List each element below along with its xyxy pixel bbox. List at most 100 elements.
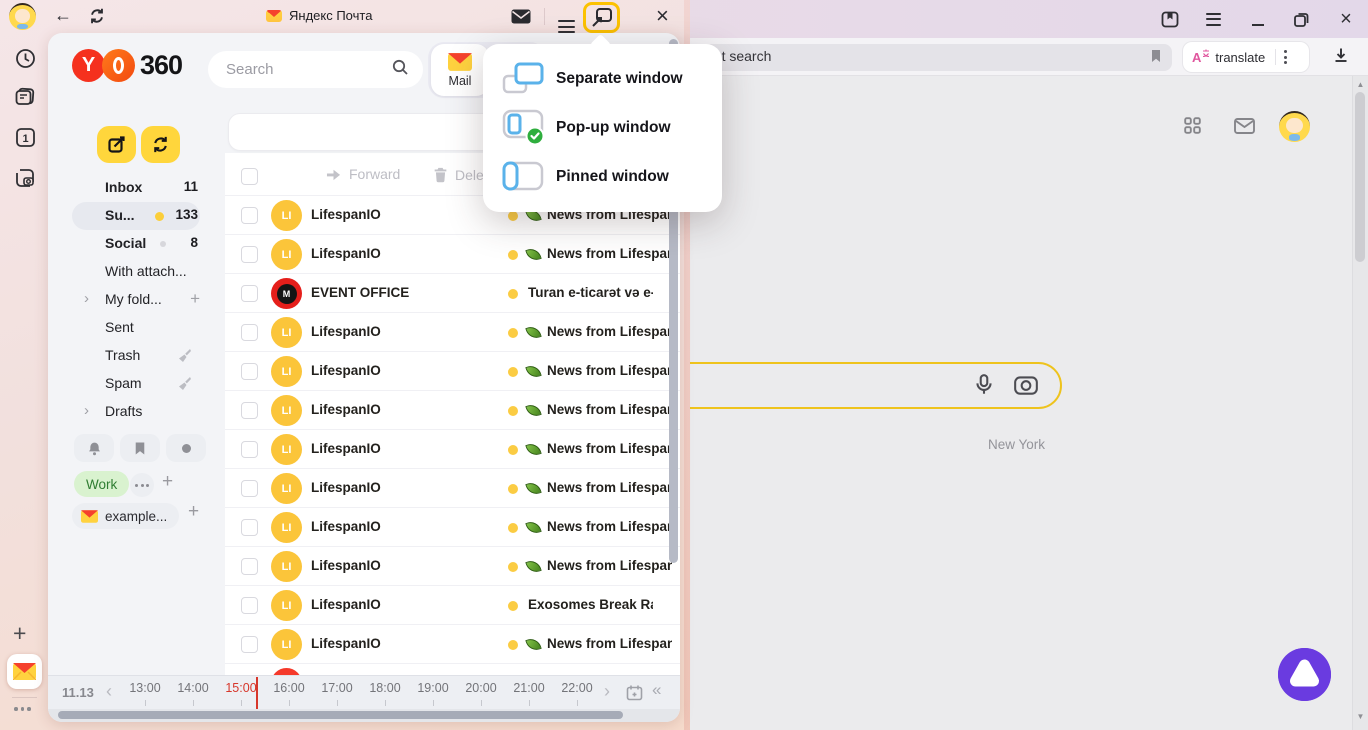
row-checkbox[interactable] bbox=[241, 363, 258, 380]
menu-item-separate-window[interactable]: Separate window bbox=[483, 54, 722, 103]
sidebar-folder-spam[interactable]: Spam bbox=[48, 370, 210, 398]
image-search-icon[interactable] bbox=[1013, 373, 1039, 402]
notifications-pill[interactable] bbox=[74, 434, 114, 462]
row-checkbox[interactable] bbox=[241, 285, 258, 302]
add-account-button[interactable]: + bbox=[188, 501, 199, 523]
account-pill[interactable]: example... bbox=[72, 503, 179, 529]
mail-search-input[interactable] bbox=[226, 61, 376, 78]
translate-button[interactable]: A translate bbox=[1183, 42, 1309, 72]
close-button[interactable]: × bbox=[656, 3, 669, 29]
compose-button[interactable] bbox=[97, 126, 136, 163]
folder-label: Spam bbox=[105, 375, 142, 391]
row-checkbox[interactable] bbox=[241, 519, 258, 536]
mail-window-titlebar: ← Яндекс Почта × bbox=[0, 0, 690, 33]
menu-item-pinned-window[interactable]: Pinned window bbox=[483, 152, 722, 201]
message-row[interactable]: LILifespanIONews from Lifespan. bbox=[225, 468, 680, 507]
sidebar-folder-myfold[interactable]: ›My fold...+ bbox=[48, 286, 210, 314]
sync-icon bbox=[151, 135, 170, 154]
mail-search-box[interactable] bbox=[208, 51, 423, 88]
sidebar-folder-social[interactable]: Social8 bbox=[48, 230, 210, 258]
sidebar-folder-drafts[interactable]: ›Drafts bbox=[48, 398, 210, 426]
voice-search-icon[interactable] bbox=[973, 373, 995, 402]
message-row[interactable]: LILifespanIONews from Lifespan. bbox=[225, 312, 680, 351]
browser-close-button[interactable]: × bbox=[1336, 9, 1356, 29]
download-icon[interactable] bbox=[1332, 46, 1350, 69]
profile-avatar[interactable] bbox=[9, 3, 36, 30]
message-row[interactable]: LILifespanIONews from Lifespan. bbox=[225, 234, 680, 273]
timeline-next-icon[interactable]: › bbox=[604, 681, 610, 702]
tags-more-button[interactable] bbox=[130, 473, 154, 497]
message-row[interactable]: Я bbox=[225, 663, 680, 675]
mail-app-icon[interactable] bbox=[7, 654, 42, 689]
bookmarks-pill[interactable] bbox=[120, 434, 160, 462]
browser-restore-button[interactable] bbox=[1291, 9, 1311, 29]
separate-window-icon bbox=[500, 61, 546, 96]
mail-tab[interactable]: Mail bbox=[431, 44, 489, 96]
add-tab-icon[interactable]: + bbox=[13, 620, 26, 647]
menu-item-pop-up-window[interactable]: Pop-up window bbox=[483, 103, 722, 152]
row-checkbox[interactable] bbox=[241, 558, 258, 575]
scroll-up-arrow[interactable]: ▲ bbox=[1356, 80, 1365, 89]
tab-count-icon[interactable]: 1 bbox=[14, 127, 36, 148]
message-sender: LifespanIO bbox=[311, 246, 381, 261]
screenshot-icon[interactable] bbox=[14, 167, 36, 189]
services-grid-icon[interactable] bbox=[1184, 117, 1201, 139]
page-mail-icon[interactable] bbox=[1234, 118, 1255, 139]
page-scrollbar-thumb[interactable] bbox=[1355, 92, 1365, 262]
message-row[interactable]: LILifespanIONews from Lifespan. bbox=[225, 507, 680, 546]
browser-minimize-button[interactable] bbox=[1248, 9, 1268, 29]
mail-envelope-icon[interactable] bbox=[511, 9, 531, 29]
row-checkbox[interactable] bbox=[241, 324, 258, 341]
sidebar-folder-inbox[interactable]: Inbox11 bbox=[48, 174, 210, 202]
back-button[interactable]: ← bbox=[54, 5, 72, 26]
timeline-prev-icon[interactable]: ‹ bbox=[106, 681, 112, 702]
message-row[interactable]: LILifespanIONews from Lifespan. bbox=[225, 429, 680, 468]
refresh-button[interactable] bbox=[88, 7, 106, 30]
sidebar-folder-su[interactable]: Su...133 bbox=[48, 202, 210, 230]
row-checkbox[interactable] bbox=[241, 207, 258, 224]
clear-folder-icon[interactable] bbox=[177, 376, 192, 396]
window-mode-button-highlighted[interactable] bbox=[583, 2, 620, 33]
sidebar-folder-withattach[interactable]: With attach... bbox=[48, 258, 210, 286]
message-row[interactable]: LILifespanIOExosomes Break Rat Life bbox=[225, 585, 680, 624]
horizontal-scrollbar-thumb[interactable] bbox=[58, 711, 623, 719]
strip-more-icon[interactable] bbox=[14, 707, 31, 711]
history-icon[interactable] bbox=[14, 48, 36, 69]
timeline-collapse-icon[interactable]: « bbox=[652, 680, 661, 700]
tag-work[interactable]: Work bbox=[74, 471, 129, 497]
forward-button[interactable]: Forward bbox=[325, 166, 400, 182]
message-row[interactable]: LILifespanIONews from Lifespan. bbox=[225, 546, 680, 585]
row-checkbox[interactable] bbox=[241, 246, 258, 263]
timeline-calendar-icon[interactable] bbox=[626, 684, 644, 707]
add-tag-button[interactable]: + bbox=[162, 471, 173, 493]
sidebar-folder-trash[interactable]: Trash bbox=[48, 342, 210, 370]
sync-button[interactable] bbox=[141, 126, 180, 163]
message-sender: LifespanIO bbox=[311, 636, 381, 651]
add-folder-icon[interactable]: + bbox=[190, 289, 200, 309]
row-checkbox[interactable] bbox=[241, 441, 258, 458]
row-checkbox[interactable] bbox=[241, 402, 258, 419]
window-menu-icon[interactable] bbox=[558, 9, 575, 33]
translate-options-icon[interactable] bbox=[1284, 50, 1287, 64]
yo360-logo[interactable]: Y 360 bbox=[72, 49, 182, 82]
scroll-down-arrow[interactable]: ▼ bbox=[1356, 712, 1365, 721]
side-panels-icon[interactable] bbox=[1160, 9, 1180, 29]
page-user-avatar[interactable] bbox=[1279, 111, 1310, 142]
row-checkbox[interactable] bbox=[241, 597, 258, 614]
browser-menu-icon[interactable] bbox=[1203, 9, 1223, 29]
select-all-checkbox[interactable] bbox=[241, 168, 258, 185]
alice-assistant-button[interactable] bbox=[1278, 648, 1331, 701]
tabs-panel-icon[interactable] bbox=[14, 87, 36, 108]
message-row[interactable]: LILifespanIONews from Lifespan. bbox=[225, 624, 680, 663]
bookmark-flag-icon[interactable] bbox=[1148, 48, 1163, 69]
clear-folder-icon[interactable] bbox=[177, 348, 192, 368]
dot-pill[interactable] bbox=[166, 434, 206, 462]
message-row[interactable]: LILifespanIONews from Lifespan. bbox=[225, 390, 680, 429]
row-checkbox[interactable] bbox=[241, 636, 258, 653]
message-row[interactable]: MEVENT OFFICETuran e-ticarət və e-ixra bbox=[225, 273, 680, 312]
message-row[interactable]: LILifespanIONews from Lifespan. bbox=[225, 351, 680, 390]
row-checkbox[interactable] bbox=[241, 480, 258, 497]
sidebar-folder-sent[interactable]: Sent bbox=[48, 314, 210, 342]
folder-expand-icon[interactable]: › bbox=[84, 290, 89, 307]
folder-expand-icon[interactable]: › bbox=[84, 402, 89, 419]
